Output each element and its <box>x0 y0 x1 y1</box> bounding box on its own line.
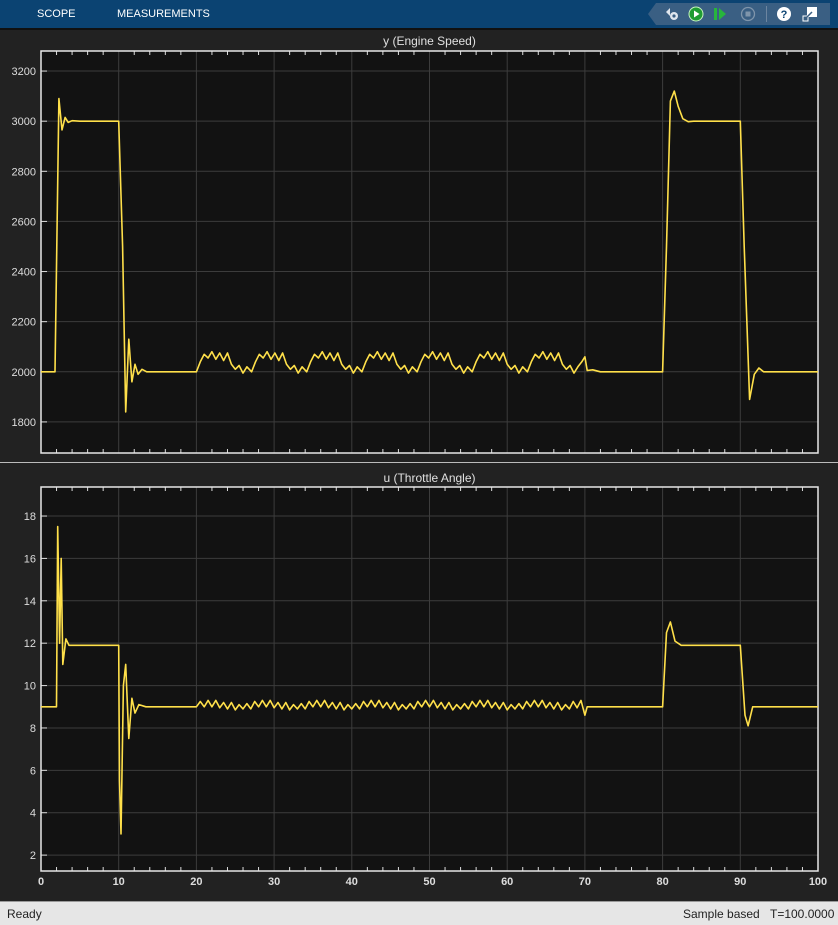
y-tick-label: 3000 <box>12 116 36 128</box>
y-tick-label: 18 <box>24 511 36 523</box>
y-tick-label: 14 <box>24 596 36 608</box>
step-forward-icon[interactable] <box>712 6 728 22</box>
plot-title: u (Throttle Angle) <box>383 471 475 485</box>
y-tick-label: 8 <box>30 723 36 735</box>
toolbar-divider <box>766 6 767 22</box>
x-tick-label: 40 <box>346 876 358 888</box>
x-tick-label: 90 <box>734 876 746 888</box>
x-tick-label: 100 <box>809 876 827 888</box>
x-tick-label: 50 <box>423 876 435 888</box>
x-tick-label: 20 <box>190 876 202 888</box>
y-tick-label: 2200 <box>12 317 36 329</box>
x-tick-label: 10 <box>113 876 125 888</box>
panel-divider <box>0 462 838 463</box>
sample-mode: Sample based <box>683 907 760 921</box>
quick-access-bar: ? <box>648 3 830 25</box>
y-tick-label: 2 <box>30 850 36 862</box>
y-tick-label: 10 <box>24 681 36 693</box>
status-text: Ready <box>7 907 42 921</box>
y-tick-label: 6 <box>30 765 36 777</box>
x-tick-label: 0 <box>38 876 44 888</box>
tab-scope[interactable]: SCOPE <box>37 8 76 20</box>
x-tick-label: 60 <box>501 876 513 888</box>
x-tick-label: 80 <box>656 876 668 888</box>
sim-time: T=100.0000 <box>770 907 835 921</box>
tab-measurements[interactable]: MEASUREMENTS <box>117 8 210 20</box>
help-icon[interactable]: ? <box>776 6 792 22</box>
stop-icon[interactable] <box>740 6 756 22</box>
y-tick-label: 4 <box>30 808 36 820</box>
settings-icon[interactable] <box>664 6 680 22</box>
x-tick-label: 30 <box>268 876 280 888</box>
x-tick-label: 70 <box>579 876 591 888</box>
y-tick-label: 16 <box>24 553 36 565</box>
toolstrip: SCOPE MEASUREMENTS ? <box>0 0 838 30</box>
y-tick-label: 12 <box>24 638 36 650</box>
y-tick-label: 2600 <box>12 216 36 228</box>
y-tick-label: 2800 <box>12 166 36 178</box>
status-bar: Ready Sample based T=100.0000 <box>0 901 838 925</box>
y-tick-label: 2000 <box>12 367 36 379</box>
y-tick-label: 3200 <box>12 66 36 78</box>
y-tick-label: 1800 <box>12 417 36 429</box>
run-icon[interactable] <box>688 6 704 22</box>
svg-text:?: ? <box>781 9 788 21</box>
plot-title: y (Engine Speed) <box>383 34 476 48</box>
scope-plots: y (Engine Speed)180020002200240026002800… <box>12 34 828 888</box>
y-tick-label: 2400 <box>12 267 36 279</box>
undock-icon[interactable] <box>802 6 818 22</box>
